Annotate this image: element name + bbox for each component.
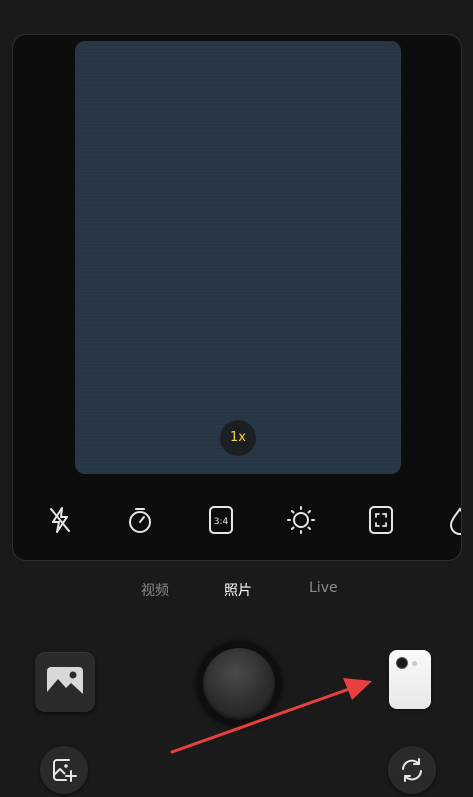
mode-live[interactable]: Live xyxy=(309,580,338,596)
image-icon xyxy=(47,667,83,697)
beauty-button[interactable] xyxy=(441,501,461,539)
aspect-ratio-label: 3:4 xyxy=(214,517,229,527)
add-photo-button[interactable] xyxy=(40,746,88,794)
aspect-ratio-icon: 3:4 xyxy=(209,506,233,534)
mode-selector: 视频 照片 Live xyxy=(0,580,473,602)
focus-frame-button[interactable] xyxy=(362,501,400,539)
aspect-ratio-button[interactable]: 3:4 xyxy=(202,501,240,539)
focus-frame-icon xyxy=(369,506,393,534)
flash-off-icon xyxy=(50,507,70,533)
timer-icon xyxy=(129,508,151,533)
mode-video[interactable]: 视频 xyxy=(141,580,169,600)
zoom-level-button[interactable]: 1x xyxy=(220,420,256,456)
add-photo-icon xyxy=(53,759,77,782)
camera-toolbar: 3:4 xyxy=(13,501,461,539)
camera-screen: 1x 3:4 视频 照片 Live xyxy=(0,0,473,797)
viewfinder[interactable]: 1x xyxy=(75,41,401,474)
beauty-icon xyxy=(449,507,461,535)
flash-dot-icon xyxy=(412,661,417,666)
phone-device-button[interactable] xyxy=(389,650,431,709)
timer-button[interactable] xyxy=(121,501,159,539)
brightness-button[interactable] xyxy=(282,501,320,539)
shutter-inner xyxy=(203,648,275,720)
mode-photo[interactable]: 照片 xyxy=(224,580,252,600)
flash-off-button[interactable] xyxy=(41,501,79,539)
switch-camera-button[interactable] xyxy=(388,746,436,794)
shutter-button[interactable] xyxy=(197,642,281,726)
camera-frame: 1x 3:4 xyxy=(12,34,462,561)
switch-camera-icon xyxy=(402,758,422,782)
gallery-button[interactable] xyxy=(35,652,95,712)
brightness-icon xyxy=(287,506,315,534)
camera-lens-icon xyxy=(396,657,408,669)
